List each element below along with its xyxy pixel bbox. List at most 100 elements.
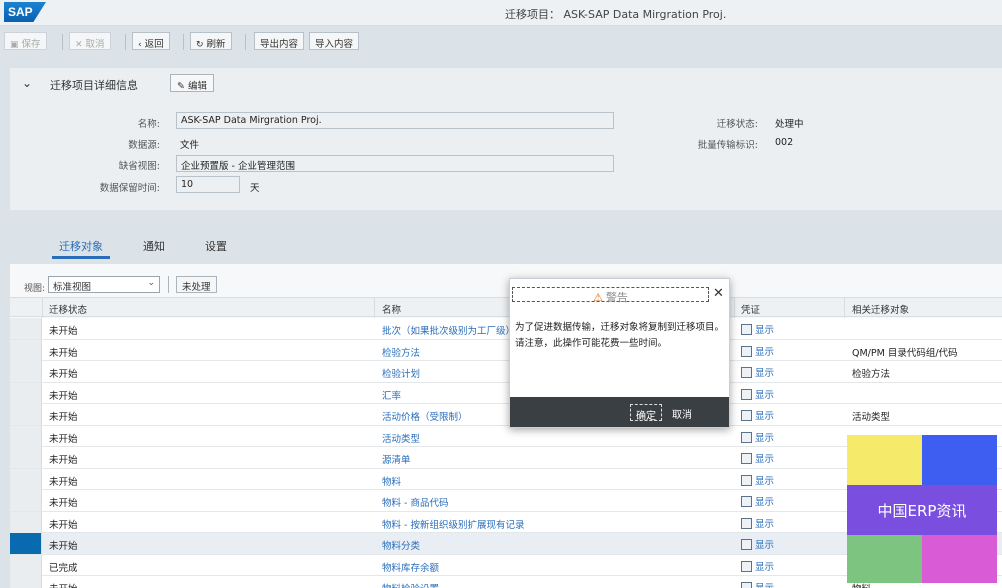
row-status: 未开始	[49, 581, 78, 588]
row-object-link[interactable]: 物料分类	[382, 538, 420, 552]
row-show-link[interactable]: 显示	[741, 451, 774, 465]
active-tab-indicator	[52, 256, 110, 259]
row-status: 未开始	[49, 369, 78, 380]
watermark-block	[922, 435, 997, 485]
shell-bar: SAP 迁移项目： ASK-SAP Data Mirgration Proj.	[0, 0, 1002, 26]
retention-field[interactable]: 10	[176, 176, 240, 193]
row-object-link[interactable]: 物料检验设置	[382, 581, 439, 588]
chevron-down-icon[interactable]: ⌄	[22, 76, 32, 90]
row-show-link[interactable]: 显示	[741, 344, 774, 358]
row-status: 未开始	[49, 412, 78, 423]
document-icon	[741, 345, 752, 357]
table-row[interactable]: 未开始 批次（如果批次级别为工厂级） 显示	[10, 318, 1002, 340]
row-object-link[interactable]: 检验方法	[382, 345, 420, 359]
document-icon	[741, 410, 752, 421]
row-show-link[interactable]: 显示	[741, 473, 774, 487]
edit-button[interactable]: ✎ 编辑	[170, 74, 214, 92]
row-show-link[interactable]: 显示	[741, 580, 774, 588]
tab-settings[interactable]: 设置	[205, 238, 227, 254]
toolbar-separator	[125, 34, 126, 50]
page-title: 迁移项目： ASK-SAP Data Mirgration Proj.	[505, 8, 727, 21]
row-status: 已完成	[49, 562, 78, 574]
close-icon[interactable]: ✕	[713, 286, 724, 301]
row-selector[interactable]	[10, 318, 42, 339]
row-show-link[interactable]: 显示	[741, 408, 774, 422]
table-row[interactable]: 未开始 活动价格（受限制） 显示 活动类型	[10, 404, 1002, 426]
column-header-name[interactable]: 名称	[382, 302, 401, 316]
row-show-link[interactable]: 显示	[741, 516, 774, 530]
row-selector[interactable]	[10, 490, 42, 511]
row-selector[interactable]	[10, 361, 42, 382]
toolbar: ▣ 保存 ✕ 取消 ‹ 返回 ↻ 刷新 导出内容 导入内容	[0, 30, 1002, 52]
row-selector[interactable]	[10, 576, 42, 588]
row-object-link[interactable]: 物料 - 商品代码	[382, 495, 448, 509]
dialog-cancel-button[interactable]: 取消	[672, 406, 692, 421]
view-label: 视图:	[24, 284, 46, 294]
refresh-button[interactable]: ↻ 刷新	[190, 32, 232, 50]
refresh-icon: ↻	[196, 40, 204, 50]
ok-button[interactable]: 确定	[630, 404, 662, 422]
row-selector[interactable]	[10, 404, 42, 425]
save-button[interactable]: ▣ 保存	[4, 32, 47, 50]
row-status: 未开始	[49, 326, 78, 337]
cancel-button[interactable]: ✕ 取消	[69, 32, 111, 50]
row-status: 未开始	[49, 498, 78, 509]
row-selector[interactable]	[10, 511, 42, 533]
column-header-document[interactable]: 凭证	[741, 302, 760, 316]
row-object-link[interactable]: 物料	[382, 474, 401, 488]
table-row[interactable]: 未开始 汇率 显示	[10, 382, 1002, 404]
row-status: 未开始	[49, 433, 78, 445]
view-select[interactable]: 标准视图 ⌄	[48, 276, 160, 293]
migration-status-label: 迁移状态:	[716, 119, 758, 130]
column-header-related[interactable]: 相关迁移对象	[852, 302, 909, 316]
chevron-left-icon: ‹	[138, 40, 142, 50]
row-show-link[interactable]: 显示	[741, 537, 774, 551]
row-object-link[interactable]: 源清单	[382, 452, 411, 466]
column-separator	[374, 298, 375, 318]
sap-logo[interactable]: SAP	[4, 2, 46, 22]
row-selector[interactable]	[10, 339, 42, 361]
column-header-status[interactable]: 迁移状态	[49, 302, 87, 316]
watermark-text: 中国ERP资讯	[847, 485, 997, 535]
edit-icon: ✎	[177, 81, 188, 92]
row-object-link[interactable]: 物料 - 按新组织级别扩展现有记录	[382, 517, 524, 531]
chevron-down-icon: ⌄	[147, 278, 155, 288]
export-button[interactable]: 导出内容	[254, 32, 305, 50]
dialog-message-line: 请注意，此操作可能花费一些时间。	[515, 338, 668, 349]
row-selector[interactable]	[10, 533, 42, 554]
document-icon	[741, 324, 752, 335]
warning-icon: ⚠	[593, 291, 603, 304]
source-value: 文件	[180, 140, 200, 151]
table-row[interactable]: 未开始 检验计划 显示 检验方法	[10, 361, 1002, 383]
table-row[interactable]: 未开始 检验方法 显示 QM/PM 目录代码组/代码	[10, 339, 1002, 361]
default-view-field[interactable]: 企业预置版 - 企业管理范围	[176, 155, 614, 172]
unprocessed-button[interactable]: 未处理	[176, 276, 217, 293]
tab-migration-objects[interactable]: 迁移对象	[59, 238, 103, 254]
name-field[interactable]: ASK-SAP Data Mirgration Proj.	[176, 112, 614, 129]
document-icon	[741, 517, 752, 529]
row-selector[interactable]	[10, 425, 42, 447]
row-show-link[interactable]: 显示	[741, 559, 774, 573]
row-selector[interactable]	[10, 468, 42, 490]
row-object-link[interactable]: 批次（如果批次级别为工厂级）	[382, 323, 515, 337]
view-separator	[168, 276, 169, 293]
row-selector[interactable]	[10, 382, 42, 404]
close-icon: ✕	[75, 40, 83, 50]
row-show-link[interactable]: 显示	[741, 430, 774, 444]
details-title: 迁移项目详细信息	[50, 79, 138, 92]
row-object-link[interactable]: 物料库存余额	[382, 560, 439, 574]
row-show-link[interactable]: 显示	[741, 387, 774, 401]
document-icon	[741, 388, 752, 400]
row-show-link[interactable]: 显示	[741, 494, 774, 508]
row-object-link[interactable]: 汇率	[382, 388, 401, 402]
row-object-link[interactable]: 活动价格（受限制）	[382, 409, 468, 423]
row-show-link[interactable]: 显示	[741, 322, 774, 336]
row-selector[interactable]	[10, 447, 42, 468]
row-selector[interactable]	[10, 554, 42, 576]
tab-notifications[interactable]: 通知	[143, 238, 165, 254]
import-button[interactable]: 导入内容	[309, 32, 360, 50]
row-object-link[interactable]: 检验计划	[382, 366, 420, 380]
row-show-link[interactable]: 显示	[741, 365, 774, 379]
row-object-link[interactable]: 活动类型	[382, 431, 420, 445]
back-button[interactable]: ‹ 返回	[132, 32, 170, 50]
